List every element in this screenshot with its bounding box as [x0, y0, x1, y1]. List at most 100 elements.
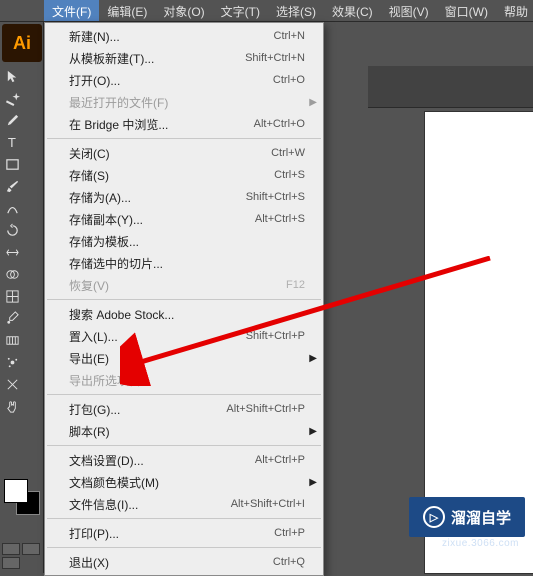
watermark-logo: ▷ 溜溜自学 — [409, 497, 525, 537]
menu-item: 恢复(V)F12 — [45, 274, 323, 296]
menu-item[interactable]: 存储为模板... — [45, 230, 323, 252]
menu-item-label: 存储为模板... — [69, 233, 305, 250]
menu-item-label: 退出(X) — [69, 554, 273, 571]
menu-item[interactable]: 打开(O)...Ctrl+O — [45, 69, 323, 91]
submenu-arrow-icon: ▶ — [309, 97, 317, 108]
menu-item[interactable]: 存储为(A)...Shift+Ctrl+S — [45, 186, 323, 208]
menu-item: 最近打开的文件(F) ▶ — [45, 91, 323, 113]
rectangle-tool[interactable] — [2, 154, 22, 175]
menu-item[interactable]: 打印(P)...Ctrl+P — [45, 522, 323, 544]
menu-2[interactable]: 对象(O) — [155, 0, 212, 21]
gradient-tool[interactable] — [2, 330, 22, 351]
pen-tool[interactable] — [2, 110, 22, 131]
fill-swatch[interactable] — [4, 479, 28, 503]
menu-item[interactable]: 文档设置(D)...Alt+Ctrl+P — [45, 449, 323, 471]
menu-item-label: 关闭(C) — [69, 145, 271, 162]
menu-item[interactable]: 置入(L)...Shift+Ctrl+P — [45, 325, 323, 347]
slice-tool[interactable] — [2, 374, 22, 395]
menu-item-label: 在 Bridge 中浏览... — [69, 116, 254, 133]
submenu-arrow-icon: ▶ — [309, 477, 317, 488]
draw-normal[interactable] — [2, 543, 20, 555]
menu-separator — [47, 445, 321, 446]
menu-shortcut: Shift+Ctrl+N — [245, 52, 305, 64]
draw-behind[interactable] — [22, 543, 40, 555]
menu-item[interactable]: 搜索 Adobe Stock... — [45, 303, 323, 325]
menu-item[interactable]: 新建(N)...Ctrl+N — [45, 25, 323, 47]
menu-0[interactable]: 文件(F) — [44, 0, 99, 21]
document-bar — [368, 66, 533, 90]
menu-shortcut: Shift+Ctrl+S — [246, 191, 305, 203]
menu-separator — [47, 547, 321, 548]
menu-item[interactable]: 脚本(R) ▶ — [45, 420, 323, 442]
menu-shortcut: Ctrl+W — [271, 147, 305, 159]
menu-item[interactable]: 在 Bridge 中浏览...Alt+Ctrl+O — [45, 113, 323, 135]
menu-shortcut: Alt+Ctrl+P — [255, 454, 305, 466]
menu-shortcut: Alt+Shift+Ctrl+I — [231, 498, 305, 510]
selection-tool[interactable] — [2, 66, 22, 87]
menu-6[interactable]: 视图(V) — [381, 0, 437, 21]
menu-shortcut: F12 — [286, 279, 305, 291]
menu-item[interactable]: 存储选中的切片... — [45, 252, 323, 274]
shaper-tool[interactable] — [2, 198, 22, 219]
menu-1[interactable]: 编辑(E) — [99, 0, 155, 21]
ruler-horizontal — [368, 90, 533, 108]
menu-item-label: 文档设置(D)... — [69, 452, 255, 469]
menu-item-label: 新建(N)... — [69, 28, 274, 45]
rotate-tool[interactable] — [2, 220, 22, 241]
menu-item-label: 搜索 Adobe Stock... — [69, 306, 305, 323]
menu-item[interactable]: 打包(G)...Alt+Shift+Ctrl+P — [45, 398, 323, 420]
menu-item-label: 打包(G)... — [69, 401, 226, 418]
menu-item[interactable]: 存储(S)Ctrl+S — [45, 164, 323, 186]
menu-shortcut: Ctrl+Q — [273, 556, 305, 568]
menu-8[interactable]: 帮助 — [496, 0, 533, 21]
menu-separator — [47, 394, 321, 395]
type-tool[interactable]: T — [2, 132, 22, 153]
menu-item-label: 存储副本(Y)... — [69, 211, 255, 228]
menu-item-label: 存储(S) — [69, 167, 274, 184]
menu-item-label: 最近打开的文件(F) — [69, 94, 305, 111]
width-tool[interactable] — [2, 242, 22, 263]
screen-mode[interactable] — [2, 557, 20, 569]
hand-tool[interactable] — [2, 396, 22, 417]
menu-item[interactable]: 从模板新建(T)...Shift+Ctrl+N — [45, 47, 323, 69]
menu-item-label: 打印(P)... — [69, 525, 274, 542]
draw-mode-buttons — [2, 543, 40, 569]
menu-item-label: 恢复(V) — [69, 277, 286, 294]
paintbrush-tool[interactable] — [2, 176, 22, 197]
menubar: 文件(F)编辑(E)对象(O)文字(T)选择(S)效果(C)视图(V)窗口(W)… — [0, 0, 533, 22]
menu-item-label: 导出(E) — [69, 350, 305, 367]
magic-wand-tool[interactable] — [2, 88, 22, 109]
tool-panel: Ai T — [0, 22, 44, 573]
watermark-text: 溜溜自学 — [451, 507, 511, 528]
mesh-tool[interactable] — [2, 286, 22, 307]
menu-item[interactable]: 退出(X)Ctrl+Q — [45, 551, 323, 573]
menu-item: 导出所选项目... — [45, 369, 323, 391]
menu-item[interactable]: 文件信息(I)...Alt+Shift+Ctrl+I — [45, 493, 323, 515]
menu-shortcut: Ctrl+O — [273, 74, 305, 86]
eyedropper-tool[interactable] — [2, 308, 22, 329]
menu-separator — [47, 138, 321, 139]
menu-3[interactable]: 文字(T) — [213, 0, 268, 21]
menu-item[interactable]: 存储副本(Y)...Alt+Ctrl+S — [45, 208, 323, 230]
menu-shortcut: Alt+Shift+Ctrl+P — [226, 403, 305, 415]
menu-item[interactable]: 关闭(C)Ctrl+W — [45, 142, 323, 164]
menu-separator — [47, 299, 321, 300]
file-menu-dropdown: 新建(N)...Ctrl+N从模板新建(T)...Shift+Ctrl+N打开(… — [44, 22, 324, 576]
shape-builder-tool[interactable] — [2, 264, 22, 285]
menu-7[interactable]: 窗口(W) — [437, 0, 496, 21]
symbol-tool[interactable] — [2, 352, 22, 373]
menu-item-label: 脚本(R) — [69, 423, 305, 440]
menu-item-label: 导出所选项目... — [69, 372, 305, 389]
submenu-arrow-icon: ▶ — [309, 353, 317, 364]
menu-5[interactable]: 效果(C) — [324, 0, 381, 21]
menu-item-label: 存储为(A)... — [69, 189, 246, 206]
menu-shortcut: Alt+Ctrl+O — [254, 118, 305, 130]
menu-4[interactable]: 选择(S) — [268, 0, 324, 21]
tool-column: T — [1, 66, 23, 418]
menu-item[interactable]: 文档颜色模式(M)▶ — [45, 471, 323, 493]
menu-shortcut: Ctrl+S — [274, 169, 305, 181]
color-swatches[interactable] — [4, 479, 40, 515]
menu-separator — [47, 518, 321, 519]
menu-item[interactable]: 导出(E) ▶ — [45, 347, 323, 369]
submenu-arrow-icon: ▶ — [309, 426, 317, 437]
